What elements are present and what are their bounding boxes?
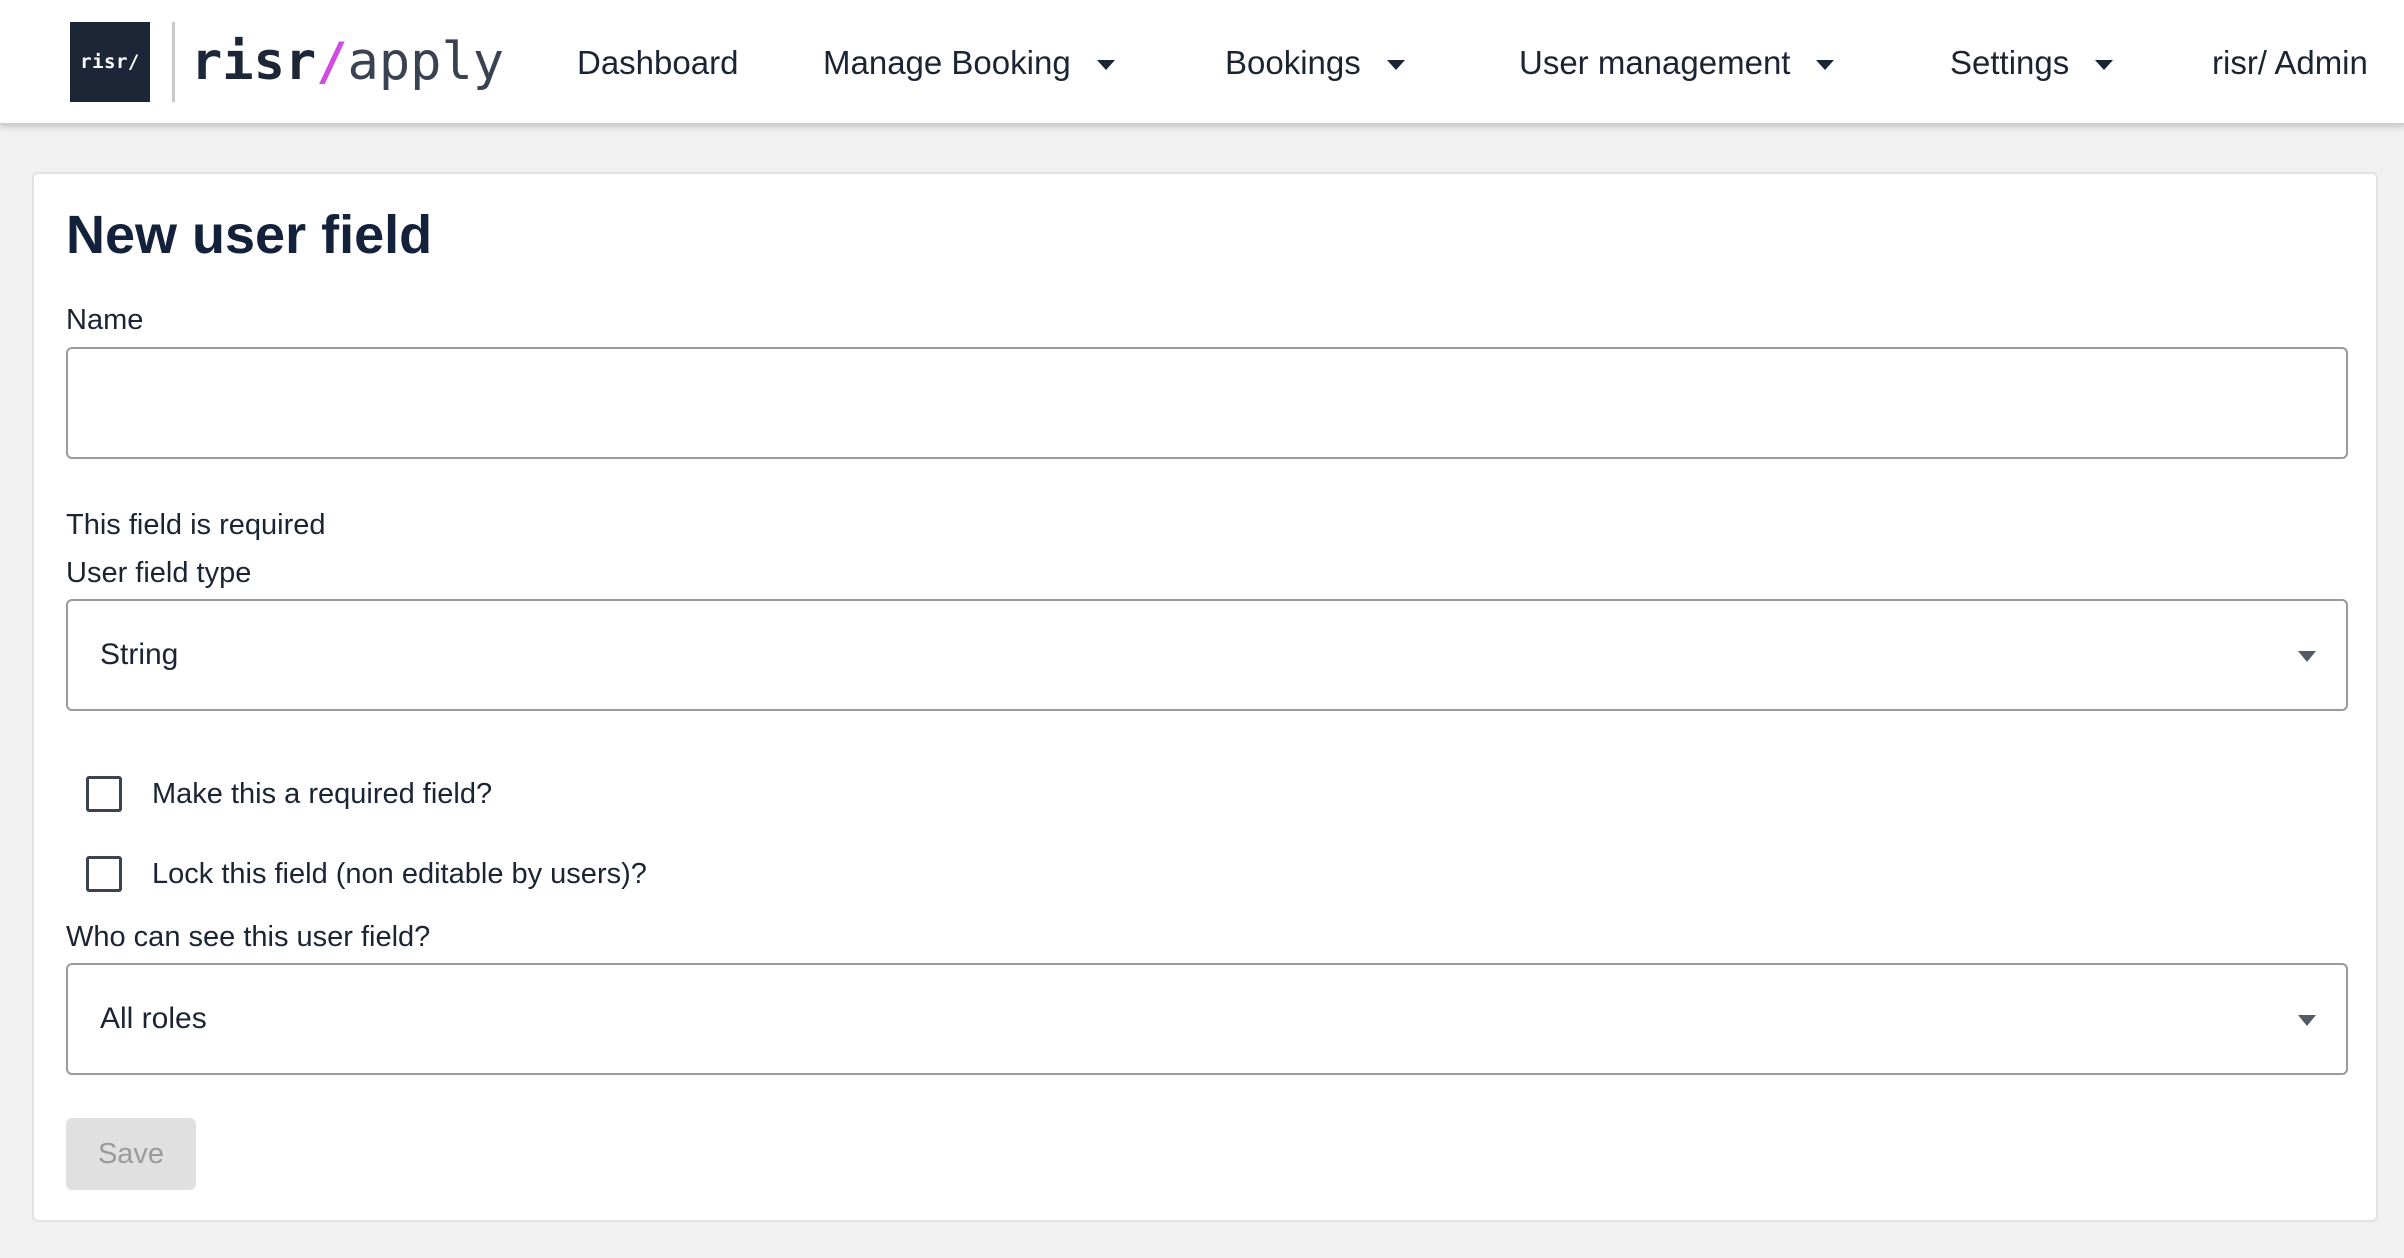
required-field-checkbox-label: Make this a required field? [152, 777, 493, 810]
top-navigation-bar: risr/ risr/apply Dashboard Manage Bookin… [0, 0, 2404, 125]
user-field-type-value: String [100, 638, 179, 671]
user-field-type-label: User field type [66, 557, 252, 589]
risr-apply-logo[interactable]: risr/ risr/apply [70, 22, 504, 102]
visibility-label: Who can see this user field? [66, 921, 431, 953]
logo-slash: / [316, 32, 348, 92]
nav-bookings[interactable]: Bookings [1225, 38, 1405, 88]
nav-bookings-label: Bookings [1225, 44, 1361, 81]
name-label: Name [66, 304, 144, 336]
nav-dashboard[interactable]: Dashboard [577, 38, 738, 88]
nav-manage-booking[interactable]: Manage Booking [823, 38, 1115, 88]
nav-user-management[interactable]: User management [1519, 38, 1835, 88]
logo-mark: risr/ [70, 22, 150, 102]
chevron-down-icon [1096, 60, 1115, 70]
nav-settings-label: Settings [1950, 44, 2070, 81]
name-input[interactable] [66, 347, 2348, 459]
logo-wordmark: risr/apply [191, 22, 504, 102]
visibility-select[interactable]: All roles [66, 963, 2348, 1075]
nav-account[interactable]: risr/ Admin [2212, 38, 2368, 88]
nav-manage-booking-label: Manage Booking [823, 44, 1071, 81]
nav-settings[interactable]: Settings [1950, 38, 2114, 88]
lock-field-checkbox[interactable] [86, 856, 122, 892]
lock-field-checkbox-row[interactable]: Lock this field (non editable by users)? [86, 854, 647, 894]
logo-divider [172, 22, 175, 102]
required-field-checkbox-row[interactable]: Make this a required field? [86, 774, 492, 814]
name-required-error: This field is required [66, 509, 326, 541]
chevron-down-icon [1816, 60, 1835, 70]
new-user-field-card: New user field Name This field is requir… [32, 172, 2378, 1222]
chevron-down-icon [2298, 651, 2316, 662]
save-button[interactable]: Save [66, 1118, 196, 1190]
nav-user-management-label: User management [1519, 44, 1791, 81]
nav-account-label: risr/ Admin [2212, 44, 2368, 81]
chevron-down-icon [1386, 60, 1405, 70]
user-field-type-select[interactable]: String [66, 599, 2348, 711]
lock-field-checkbox-label: Lock this field (non editable by users)? [152, 857, 647, 890]
page-title: New user field [66, 205, 433, 265]
required-field-checkbox[interactable] [86, 776, 122, 812]
chevron-down-icon [2298, 1015, 2316, 1026]
logo-sub: apply [347, 32, 505, 92]
nav-dashboard-label: Dashboard [577, 44, 739, 81]
visibility-value: All roles [100, 1002, 207, 1035]
logo-brand: risr [191, 32, 317, 92]
chevron-down-icon [2095, 60, 2114, 70]
